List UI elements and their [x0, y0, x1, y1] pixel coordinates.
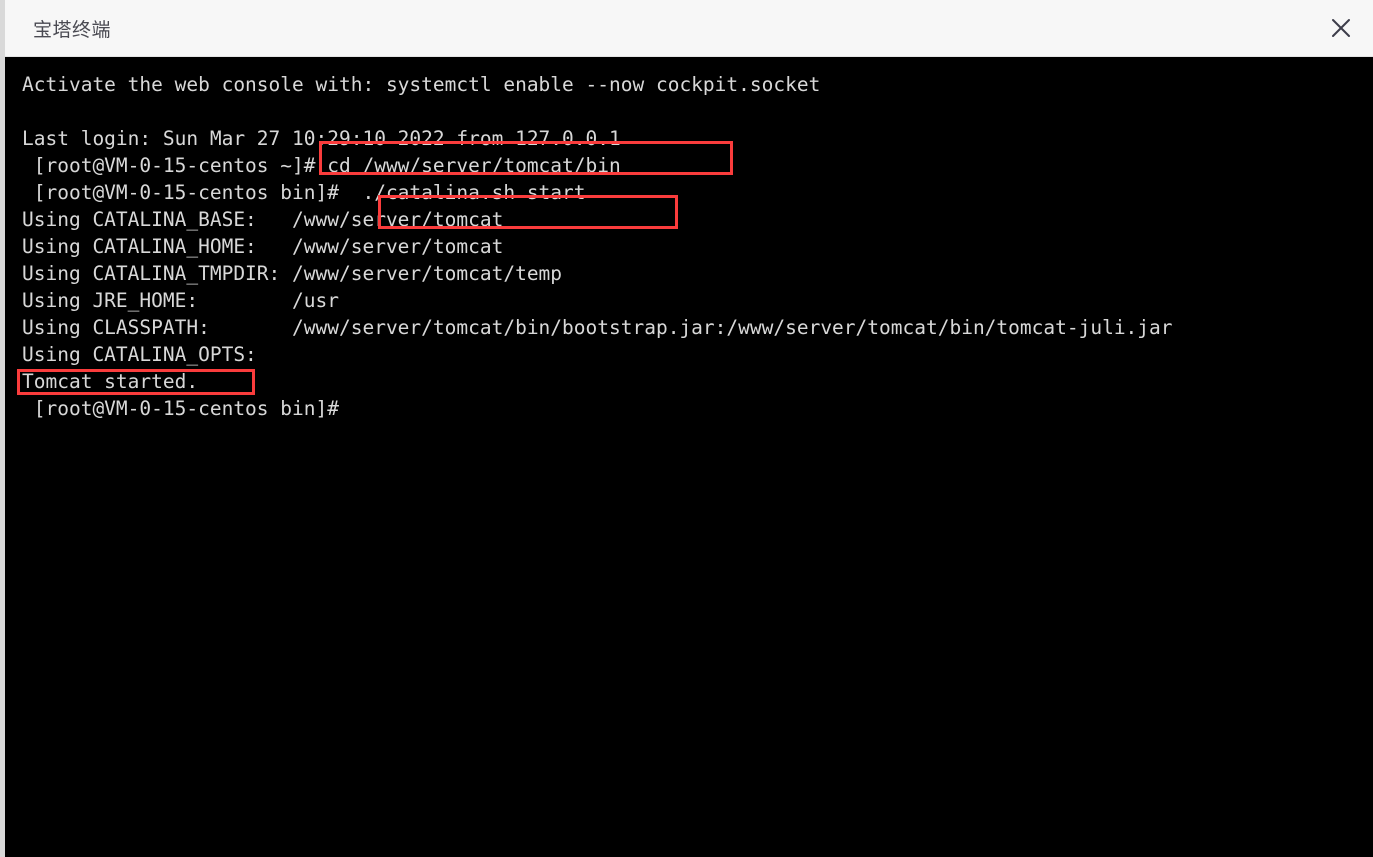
terminal-output-area[interactable]: Activate the web console with: systemctl… — [5, 57, 1373, 857]
terminal-line: Activate the web console with: systemctl… — [22, 73, 821, 96]
terminal-line: Last login: Sun Mar 27 10:29:10 2022 fro… — [22, 127, 621, 150]
terminal-line: Using JRE_HOME: /usr — [22, 289, 339, 312]
window-title: 宝塔终端 — [33, 18, 112, 41]
terminal-line: [root@VM-0-15-centos bin]# ./catalina.sh… — [22, 181, 586, 204]
terminal-line: Using CATALINA_HOME: /www/server/tomcat — [22, 235, 504, 258]
terminal-line: Using CATALINA_BASE: /www/server/tomcat — [22, 208, 504, 231]
terminal-line-list: Activate the web console with: systemctl… — [22, 71, 1373, 422]
terminal-line: [root@VM-0-15-centos bin]# — [22, 397, 339, 420]
close-button[interactable] — [1324, 11, 1358, 45]
terminal-line: Tomcat started. — [22, 370, 199, 393]
window-titlebar: 宝塔终端 — [5, 0, 1373, 57]
close-icon — [1330, 17, 1352, 39]
terminal-window: 宝塔终端 Activate the web console with: syst… — [0, 0, 1373, 857]
terminal-line: Using CATALINA_TMPDIR: /www/server/tomca… — [22, 262, 563, 285]
terminal-line: [root@VM-0-15-centos ~]# cd /www/server/… — [22, 154, 621, 177]
terminal-line: Using CLASSPATH: /www/server/tomcat/bin/… — [22, 316, 1173, 339]
terminal-line: Using CATALINA_OPTS: — [22, 343, 257, 366]
